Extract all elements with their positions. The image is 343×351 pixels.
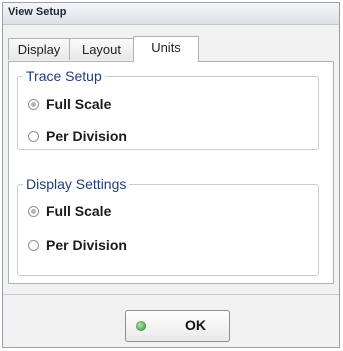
ok-button-label: OK [185, 317, 206, 333]
display-full-scale-label: Full Scale [46, 203, 112, 219]
title-bar[interactable]: View Setup [3, 3, 339, 25]
display-per-division-radio-icon[interactable] [28, 239, 39, 251]
display-full-scale-radio-icon[interactable] [28, 205, 39, 217]
tab-layout[interactable]: Layout [69, 38, 134, 60]
view-setup-dialog: View Setup Display Layout Units Trace Se… [2, 2, 340, 348]
green-led-icon [136, 321, 146, 331]
trace-full-scale-option[interactable]: Full Scale [28, 95, 111, 113]
units-tab-panel: Trace Setup Full Scale Per Division Disp… [8, 61, 334, 284]
trace-full-scale-label: Full Scale [46, 96, 112, 112]
window-title: View Setup [8, 6, 67, 18]
trace-setup-legend: Trace Setup [26, 68, 102, 84]
display-settings-group: Display Settings Full Scale Per Division [17, 176, 319, 276]
ok-button[interactable]: OK [125, 310, 230, 342]
trace-full-scale-radio-icon[interactable] [28, 98, 39, 110]
trace-setup-group: Trace Setup Full Scale Per Division [17, 68, 319, 150]
trace-per-division-option[interactable]: Per Division [28, 127, 127, 145]
display-settings-legend: Display Settings [26, 176, 127, 192]
display-full-scale-option[interactable]: Full Scale [28, 202, 111, 220]
trace-per-division-label: Per Division [46, 128, 127, 144]
display-per-division-option[interactable]: Per Division [28, 236, 127, 254]
display-per-division-label: Per Division [46, 237, 127, 253]
footer-divider [3, 294, 339, 295]
tab-display[interactable]: Display [8, 38, 70, 60]
tab-units[interactable]: Units [133, 36, 199, 62]
trace-per-division-radio-icon[interactable] [28, 130, 39, 142]
